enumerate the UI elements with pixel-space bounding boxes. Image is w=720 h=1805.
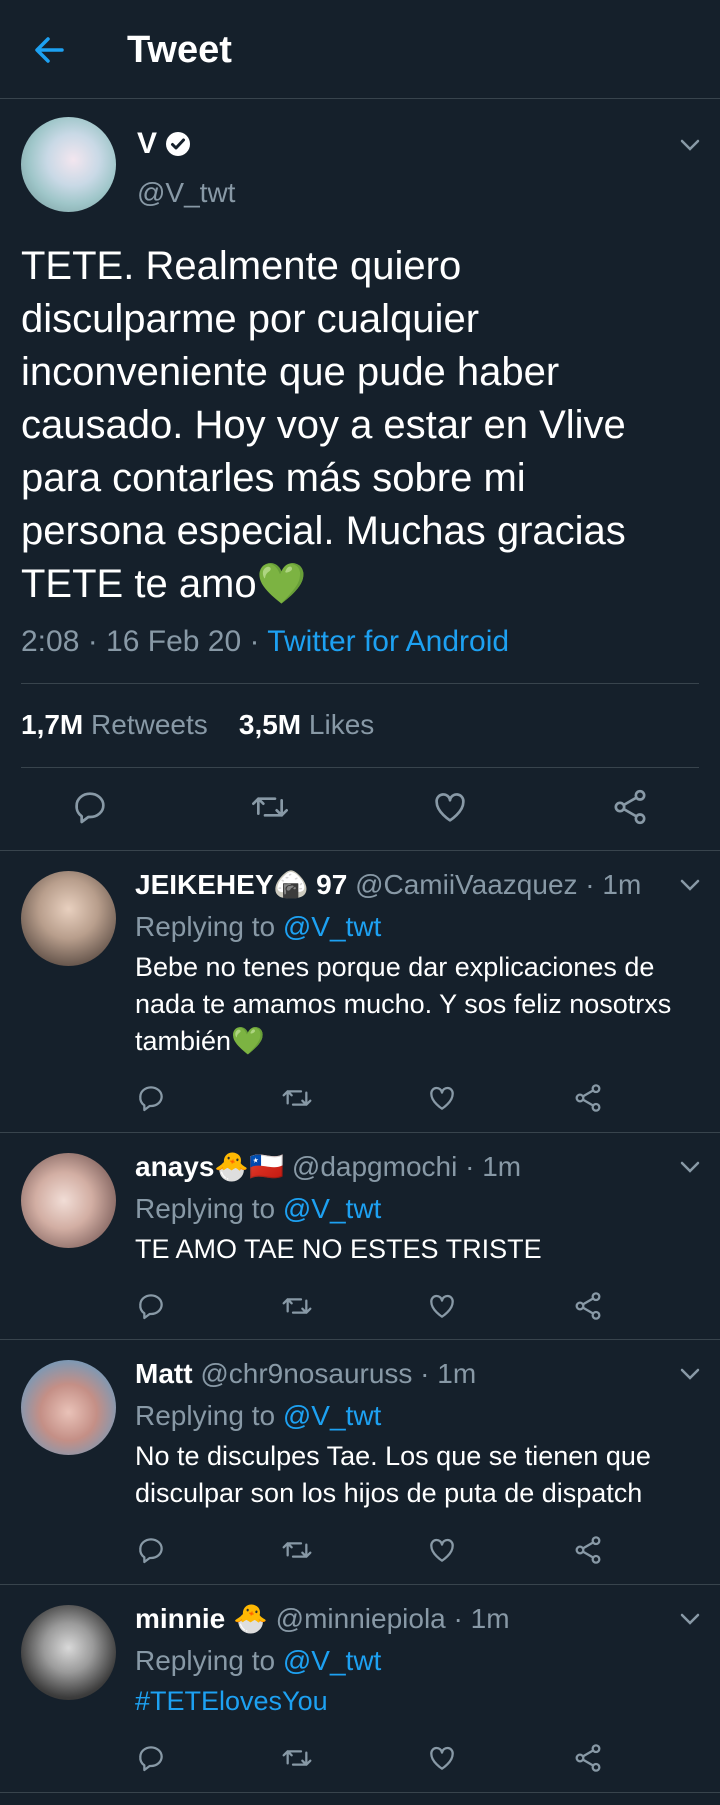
retweets-count: 1,7M bbox=[21, 709, 84, 740]
verified-badge-icon bbox=[165, 131, 191, 157]
share-icon[interactable] bbox=[572, 1082, 604, 1114]
chevron-down-icon[interactable] bbox=[677, 872, 703, 898]
likes-count: 3,5M bbox=[238, 709, 302, 740]
like-icon[interactable] bbox=[426, 1082, 458, 1114]
reply-tweet[interactable]: JEIKEHEY🍙 97 @CamiiVaazquez · 1m Replyin… bbox=[0, 850, 720, 1132]
share-icon[interactable] bbox=[572, 1534, 604, 1566]
replying-label: Replying to bbox=[135, 1645, 283, 1676]
like-icon[interactable] bbox=[426, 1534, 458, 1566]
reply-author-name[interactable]: anays🐣🇨🇱 bbox=[135, 1151, 284, 1182]
replying-to-link[interactable]: @V_twt bbox=[283, 1193, 381, 1224]
replying-to: Replying to @V_twt bbox=[135, 1399, 381, 1433]
retweet-icon[interactable] bbox=[281, 1534, 313, 1566]
tweet-meta: 2:08 · 16 Feb 20 · Twitter for Android bbox=[21, 624, 509, 660]
share-icon[interactable] bbox=[572, 1742, 604, 1774]
replying-to: Replying to @V_twt bbox=[135, 910, 381, 944]
chevron-down-icon[interactable] bbox=[677, 1606, 703, 1632]
page-title: Tweet bbox=[127, 29, 232, 71]
reply-author-name[interactable]: JEIKEHEY🍙 97 bbox=[135, 869, 347, 900]
avatar[interactable] bbox=[21, 1360, 116, 1455]
retweets-label: Retweets bbox=[83, 709, 208, 740]
reply-tweet[interactable]: anays🐣🇨🇱 @dapgmochi · 1m Replying to @V_… bbox=[0, 1132, 720, 1339]
replying-to-link[interactable]: @V_twt bbox=[283, 911, 381, 942]
chevron-down-icon[interactable] bbox=[677, 132, 703, 158]
reply-icon[interactable] bbox=[135, 1534, 167, 1566]
replying-to-link[interactable]: @V_twt bbox=[283, 1400, 381, 1431]
reply-header: JEIKEHEY🍙 97 @CamiiVaazquez · 1m bbox=[135, 868, 641, 902]
retweet-icon[interactable] bbox=[281, 1742, 313, 1774]
reply-text: TE AMO TAE NO ESTES TRISTE bbox=[135, 1234, 542, 1264]
author-name-row[interactable]: V bbox=[137, 126, 191, 162]
reply-author-name[interactable]: minnie 🐣 bbox=[135, 1603, 268, 1634]
reply-text: Bebe no tenes porque dar explicaciones d… bbox=[135, 952, 672, 1056]
retweet-icon[interactable] bbox=[281, 1082, 313, 1114]
replying-label: Replying to bbox=[135, 1400, 283, 1431]
reply-icon[interactable] bbox=[135, 1742, 167, 1774]
reply-author-meta: @dapgmochi · 1m bbox=[291, 1151, 522, 1182]
replying-label: Replying to bbox=[135, 1193, 283, 1224]
retweet-icon[interactable] bbox=[250, 787, 290, 827]
likes-stat[interactable]: 3,5M Likes bbox=[239, 709, 374, 740]
like-icon[interactable] bbox=[426, 1742, 458, 1774]
likes-label: Likes bbox=[301, 709, 375, 740]
avatar[interactable] bbox=[21, 1153, 116, 1248]
retweets-stat[interactable]: 1,7M Retweets bbox=[21, 709, 208, 740]
retweet-icon[interactable] bbox=[281, 1290, 313, 1322]
author-handle[interactable]: @V_twt bbox=[137, 176, 235, 210]
arrow-left-icon[interactable] bbox=[28, 28, 72, 72]
reply-author-meta: @chr9nosauruss · 1m bbox=[200, 1358, 477, 1389]
divider bbox=[21, 767, 699, 768]
avatar[interactable] bbox=[21, 1605, 116, 1700]
reply-header: minnie 🐣 @minniepiola · 1m bbox=[135, 1602, 510, 1636]
chevron-down-icon[interactable] bbox=[677, 1361, 703, 1387]
reply-hashtag[interactable]: #TETElovesYou bbox=[135, 1683, 695, 1720]
replying-to-link[interactable]: @V_twt bbox=[283, 1645, 381, 1676]
tweet-source-link[interactable]: Twitter for Android bbox=[267, 625, 509, 658]
reply-author-meta: @minniepiola · 1m bbox=[275, 1603, 510, 1634]
share-icon[interactable] bbox=[610, 787, 650, 827]
author-name[interactable]: V bbox=[137, 126, 157, 162]
reply-tweet[interactable]: minnie 🐣 @minniepiola · 1m Replying to @… bbox=[0, 1584, 720, 1792]
tweet-actions bbox=[0, 785, 720, 829]
tweet-timestamp: 2:08 · 16 Feb 20 · bbox=[21, 625, 268, 658]
replying-to: Replying to @V_twt bbox=[135, 1192, 381, 1226]
reply-icon[interactable] bbox=[135, 1082, 167, 1114]
reply-text: No te disculpes Tae. Los que se tienen q… bbox=[135, 1441, 651, 1508]
like-icon[interactable] bbox=[426, 1290, 458, 1322]
reply-header: anays🐣🇨🇱 @dapgmochi · 1m bbox=[135, 1150, 521, 1184]
chevron-down-icon[interactable] bbox=[677, 1154, 703, 1180]
reply-icon[interactable] bbox=[135, 1290, 167, 1322]
tweet-text: TETE. Realmente quiero disculparme por c… bbox=[21, 244, 626, 606]
tweet-stats: 1,7M Retweets 3,5M Likes bbox=[21, 708, 374, 742]
like-icon[interactable] bbox=[430, 787, 470, 827]
replying-label: Replying to bbox=[135, 911, 283, 942]
share-icon[interactable] bbox=[572, 1290, 604, 1322]
top-bar: Tweet bbox=[0, 0, 720, 99]
reply-header: Matt @chr9nosauruss · 1m bbox=[135, 1357, 476, 1391]
divider bbox=[21, 683, 699, 684]
divider bbox=[0, 1792, 720, 1793]
avatar[interactable] bbox=[21, 117, 116, 212]
reply-tweet[interactable]: Matt @chr9nosauruss · 1m Replying to @V_… bbox=[0, 1339, 720, 1584]
reply-icon[interactable] bbox=[70, 787, 110, 827]
reply-author-name[interactable]: Matt bbox=[135, 1358, 193, 1389]
avatar[interactable] bbox=[21, 871, 116, 966]
replying-to: Replying to @V_twt bbox=[135, 1644, 381, 1678]
reply-author-meta: @CamiiVaazquez · 1m bbox=[355, 869, 642, 900]
